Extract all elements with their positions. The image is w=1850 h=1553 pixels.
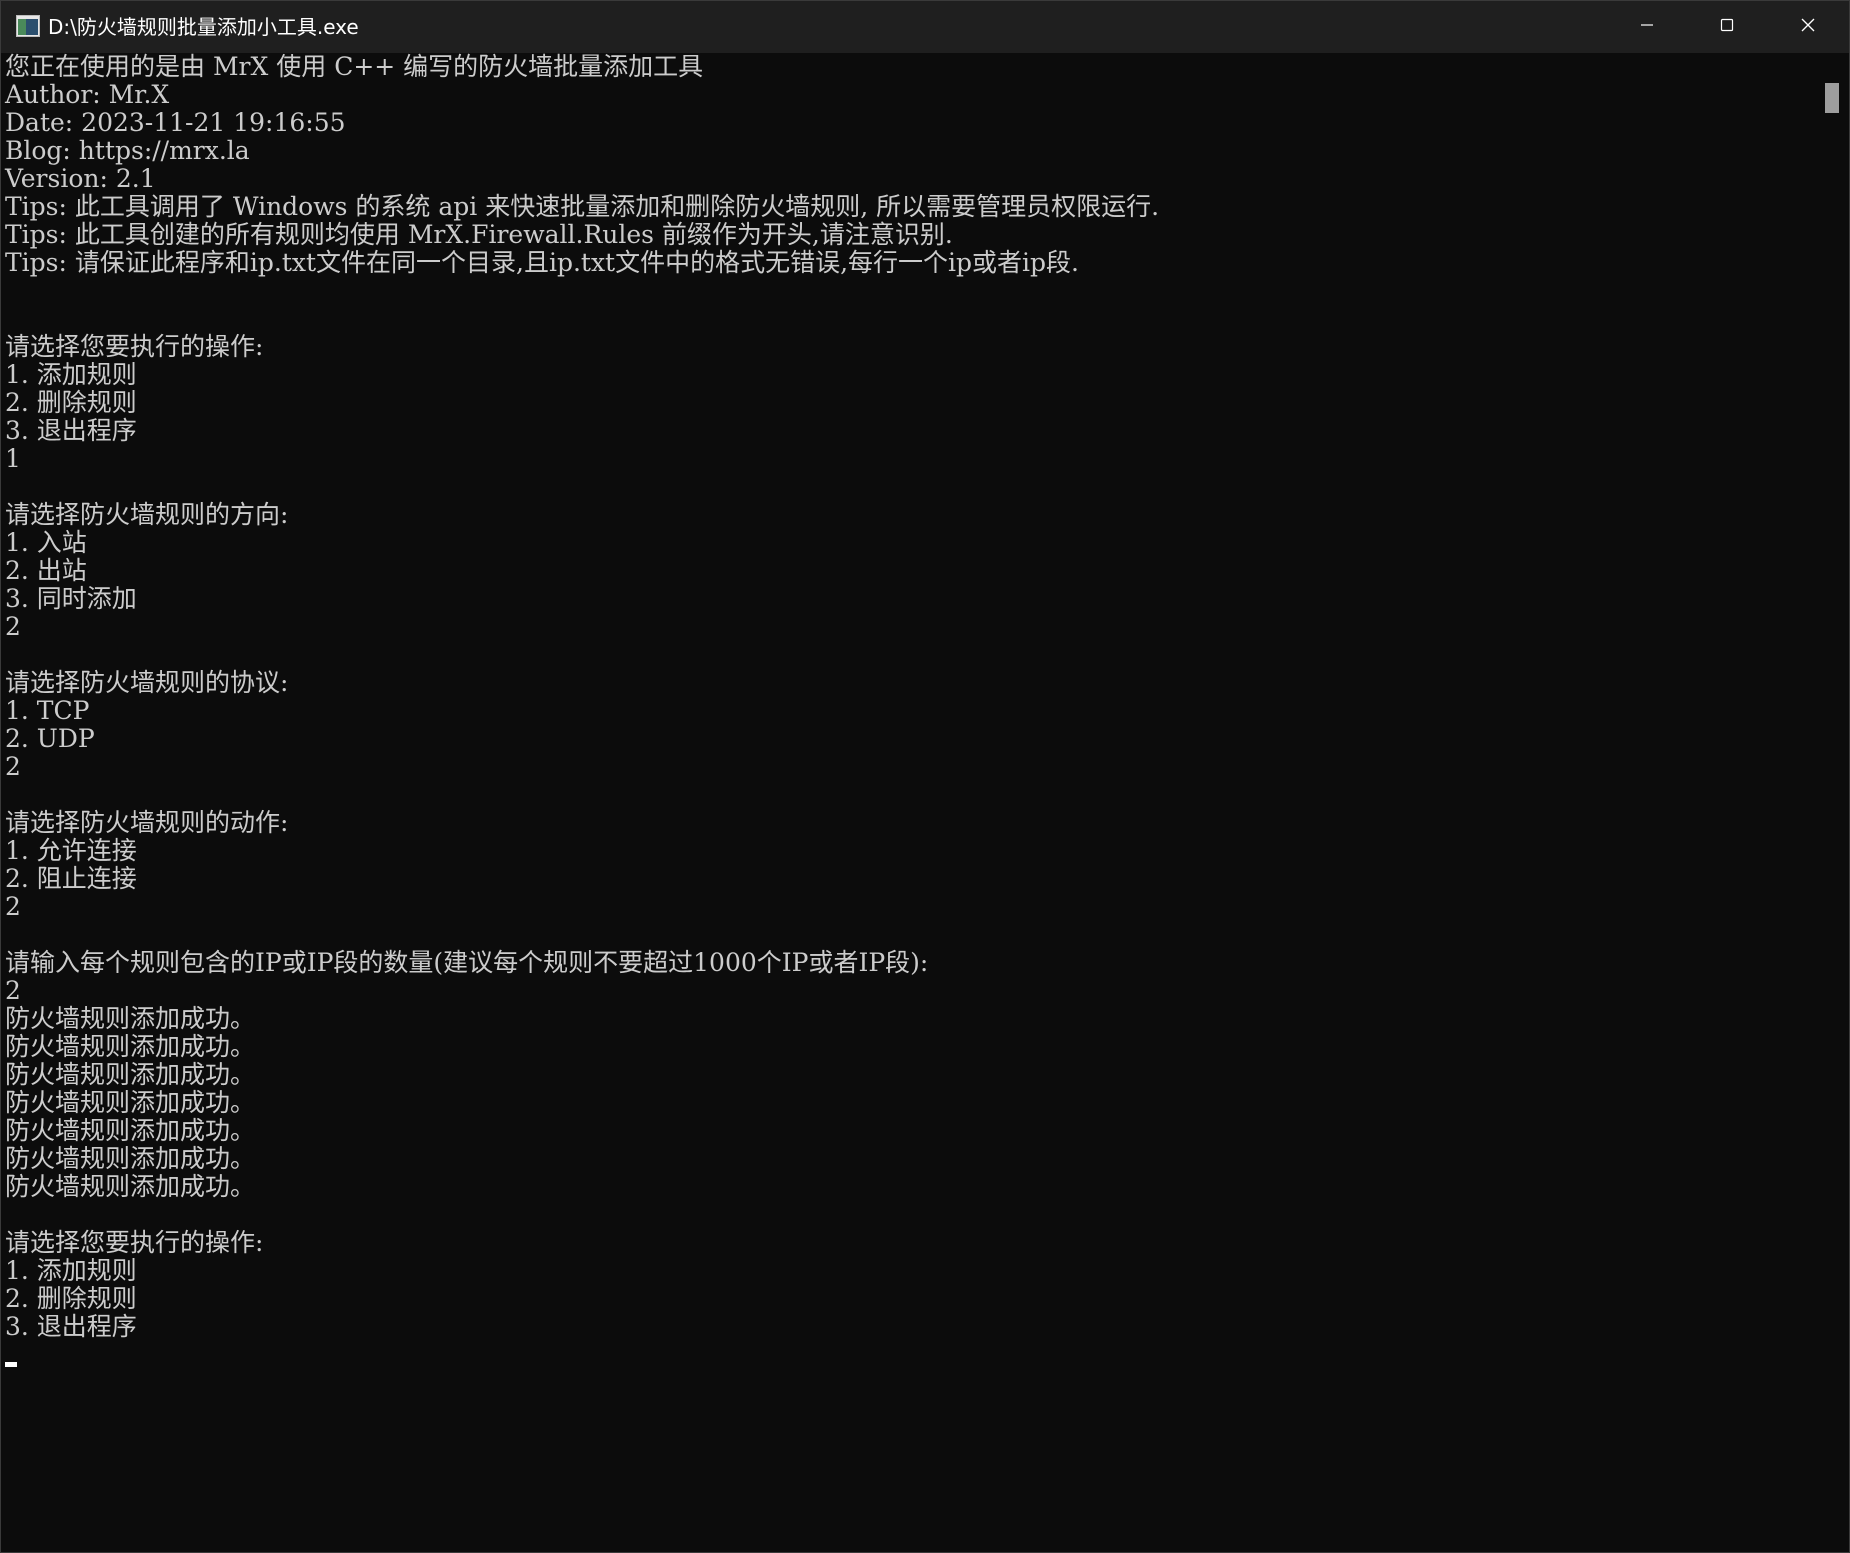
console-line: 请选择您要执行的操作: <box>5 332 264 361</box>
console-line: 1. 允许连接 <box>5 836 137 865</box>
console-line: Tips: 此工具调用了 Windows 的系统 api 来快速批量添加和删除防… <box>5 192 1160 221</box>
console-line: 防火墙规则添加成功。 <box>5 1060 256 1089</box>
minimize-button[interactable] <box>1607 1 1687 53</box>
console-line: 请输入每个规则包含的IP或IP段的数量(建议每个规则不要超过1000个IP或者I… <box>5 948 929 977</box>
console-line: 2. 删除规则 <box>5 388 137 417</box>
minimize-icon <box>1639 17 1655 38</box>
window-title: D:\防火墙规则批量添加小工具.exe <box>48 15 359 39</box>
console-line: 1. 添加规则 <box>5 360 137 389</box>
console-line: Author: Mr.X <box>5 80 170 109</box>
console-line: 2 <box>5 752 21 781</box>
console-line: 防火墙规则添加成功。 <box>5 1116 256 1145</box>
console-line: 防火墙规则添加成功。 <box>5 1172 256 1201</box>
console-line: Version: 2.1 <box>5 164 156 193</box>
console-line: 您正在使用的是由 MrX 使用 C++ 编写的防火墙批量添加工具 <box>5 53 704 81</box>
console-line: 请选择您要执行的操作: <box>5 1228 264 1257</box>
console-line: 防火墙规则添加成功。 <box>5 1144 256 1173</box>
maximize-button[interactable] <box>1687 1 1767 53</box>
console-line: 2. 阻止连接 <box>5 864 137 893</box>
console-line: 防火墙规则添加成功。 <box>5 1088 256 1117</box>
console-output[interactable]: 您正在使用的是由 MrX 使用 C++ 编写的防火墙批量添加工具 Author: … <box>3 53 1813 1551</box>
console-line: 3. 退出程序 <box>5 416 137 445</box>
scrollbar-thumb[interactable] <box>1825 83 1839 113</box>
title-bar[interactable]: D:\防火墙规则批量添加小工具.exe <box>1 1 1849 53</box>
close-button[interactable] <box>1767 1 1849 53</box>
console-line: Blog: https://mrx.la <box>5 136 250 165</box>
console-line: 1. 添加规则 <box>5 1256 137 1285</box>
close-icon <box>1800 17 1816 38</box>
console-line: Tips: 请保证此程序和ip.txt文件在同一个目录,且ip.txt文件中的格… <box>5 248 1079 277</box>
vertical-scrollbar[interactable] <box>1819 53 1849 1551</box>
console-line: 1. 入站 <box>5 528 87 557</box>
console-line: 请选择防火墙规则的协议: <box>5 668 289 697</box>
console-line: Tips: 此工具创建的所有规则均使用 MrX.Firewall.Rules 前… <box>5 220 953 249</box>
console-line: 请选择防火墙规则的方向: <box>5 500 289 529</box>
console-line: 1. TCP <box>5 696 90 725</box>
console-line: 2 <box>5 612 21 641</box>
console-line: 2 <box>5 976 21 1005</box>
console-line: 防火墙规则添加成功。 <box>5 1032 256 1061</box>
console-line: 2. UDP <box>5 724 95 753</box>
console-line: 请选择防火墙规则的动作: <box>5 808 289 837</box>
console-window: D:\防火墙规则批量添加小工具.exe 您正在使用的是由 MrX 使用 C++ … <box>0 0 1850 1553</box>
console-window-icon <box>16 15 40 37</box>
console-line: 2. 删除规则 <box>5 1284 137 1313</box>
console-line: 2 <box>5 892 21 921</box>
console-line: 3. 同时添加 <box>5 584 137 613</box>
console-line: 1 <box>5 444 21 473</box>
console-line: 3. 退出程序 <box>5 1312 137 1341</box>
console-line: 防火墙规则添加成功。 <box>5 1004 256 1033</box>
text-cursor <box>5 1362 17 1367</box>
console-line: 2. 出站 <box>5 556 87 585</box>
maximize-icon <box>1719 17 1735 38</box>
console-line: Date: 2023-11-21 19:16:55 <box>5 108 346 137</box>
